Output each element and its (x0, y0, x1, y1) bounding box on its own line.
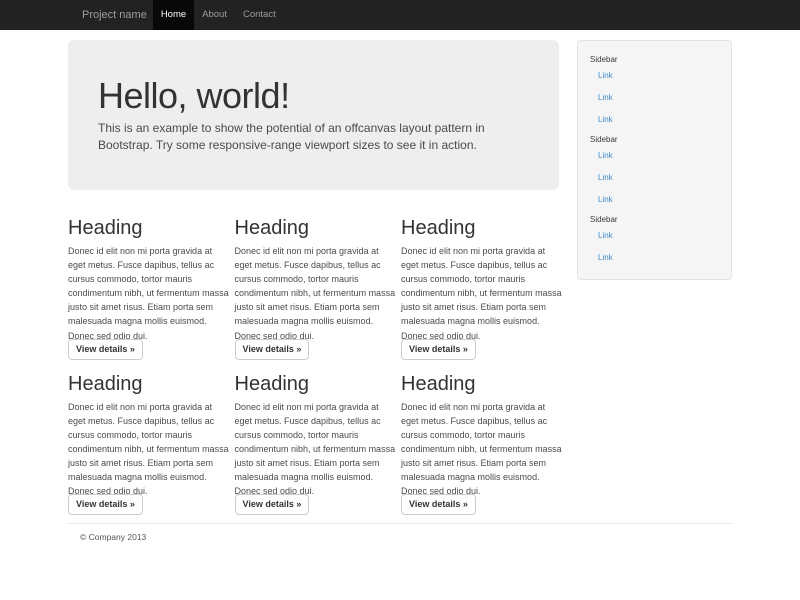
feature-heading: Heading (68, 217, 143, 239)
sidebar-well: Sidebar Link Link Link Sidebar Link Link… (577, 40, 732, 280)
sidebar-group-title: Sidebar (590, 215, 719, 225)
view-details-button[interactable]: View details » (235, 494, 310, 515)
feature-row-2: Heading Donec id elit non mi porta gravi… (68, 360, 563, 516)
feature-heading: Heading (68, 373, 143, 395)
view-details-button[interactable]: View details » (401, 494, 476, 515)
navbar: Project name Home About Contact (0, 0, 800, 30)
nav-link-about[interactable]: About (194, 0, 235, 30)
navbar-container: Project name Home About Contact (64, 0, 736, 30)
feature-card: Heading Donec id elit non mi porta gravi… (401, 360, 563, 516)
sidebar-link[interactable]: Link (590, 87, 719, 109)
sidebar-group-title: Sidebar (590, 55, 719, 65)
view-details-button[interactable]: View details » (68, 339, 143, 360)
feature-row-1: Heading Donec id elit non mi porta gravi… (68, 204, 563, 360)
feature-body: Donec id elit non mi porta gravida at eg… (235, 244, 397, 343)
navbar-menu: Home About Contact (153, 0, 284, 30)
feature-body: Donec id elit non mi porta gravida at eg… (401, 244, 563, 343)
feature-heading: Heading (235, 217, 310, 239)
sidebar-group-title: Sidebar (590, 135, 719, 145)
feature-card: Heading Donec id elit non mi porta gravi… (235, 360, 397, 516)
feature-heading: Heading (235, 373, 310, 395)
footer-copyright: © Company 2013 (80, 532, 732, 542)
footer-divider (68, 523, 732, 524)
feature-body: Donec id elit non mi porta gravida at eg… (401, 400, 563, 499)
main-column: Hello, world! This is an example to show… (68, 40, 563, 515)
view-details-button[interactable]: View details » (68, 494, 143, 515)
feature-card: Heading Donec id elit non mi porta gravi… (68, 204, 230, 360)
nav-item-about: About (194, 0, 235, 30)
feature-card: Heading Donec id elit non mi porta gravi… (68, 360, 230, 516)
sidebar: Sidebar Link Link Link Sidebar Link Link… (577, 40, 732, 515)
footer: © Company 2013 (68, 532, 732, 542)
feature-card: Heading Donec id elit non mi porta gravi… (235, 204, 397, 360)
feature-body: Donec id elit non mi porta gravida at eg… (68, 244, 230, 343)
sidebar-link[interactable]: Link (590, 145, 719, 167)
feature-heading: Heading (401, 217, 476, 239)
sidebar-link[interactable]: Link (590, 109, 719, 131)
navbar-brand[interactable]: Project name (68, 0, 153, 30)
sidebar-group: Sidebar Link Link Link (590, 55, 719, 131)
sidebar-link[interactable]: Link (590, 65, 719, 87)
sidebar-group: Sidebar Link Link (590, 215, 719, 269)
feature-card: Heading Donec id elit non mi porta gravi… (401, 204, 563, 360)
feature-body: Donec id elit non mi porta gravida at eg… (68, 400, 230, 499)
jumbotron-description: This is an example to show the potential… (98, 120, 529, 154)
nav-link-contact[interactable]: Contact (235, 0, 284, 30)
jumbotron: Hello, world! This is an example to show… (68, 40, 559, 190)
nav-item-contact: Contact (235, 0, 284, 30)
sidebar-link[interactable]: Link (590, 167, 719, 189)
page-title: Hello, world! (98, 76, 529, 116)
sidebar-link[interactable]: Link (590, 247, 719, 269)
nav-item-home: Home (153, 0, 194, 30)
sidebar-link[interactable]: Link (590, 225, 719, 247)
content-row: Hello, world! This is an example to show… (68, 40, 732, 515)
feature-heading: Heading (401, 373, 476, 395)
sidebar-group: Sidebar Link Link Link (590, 135, 719, 211)
page-container: Hello, world! This is an example to show… (64, 40, 736, 542)
view-details-button[interactable]: View details » (235, 339, 310, 360)
feature-body: Donec id elit non mi porta gravida at eg… (235, 400, 397, 499)
view-details-button[interactable]: View details » (401, 339, 476, 360)
nav-link-home[interactable]: Home (153, 0, 194, 30)
sidebar-link[interactable]: Link (590, 189, 719, 211)
